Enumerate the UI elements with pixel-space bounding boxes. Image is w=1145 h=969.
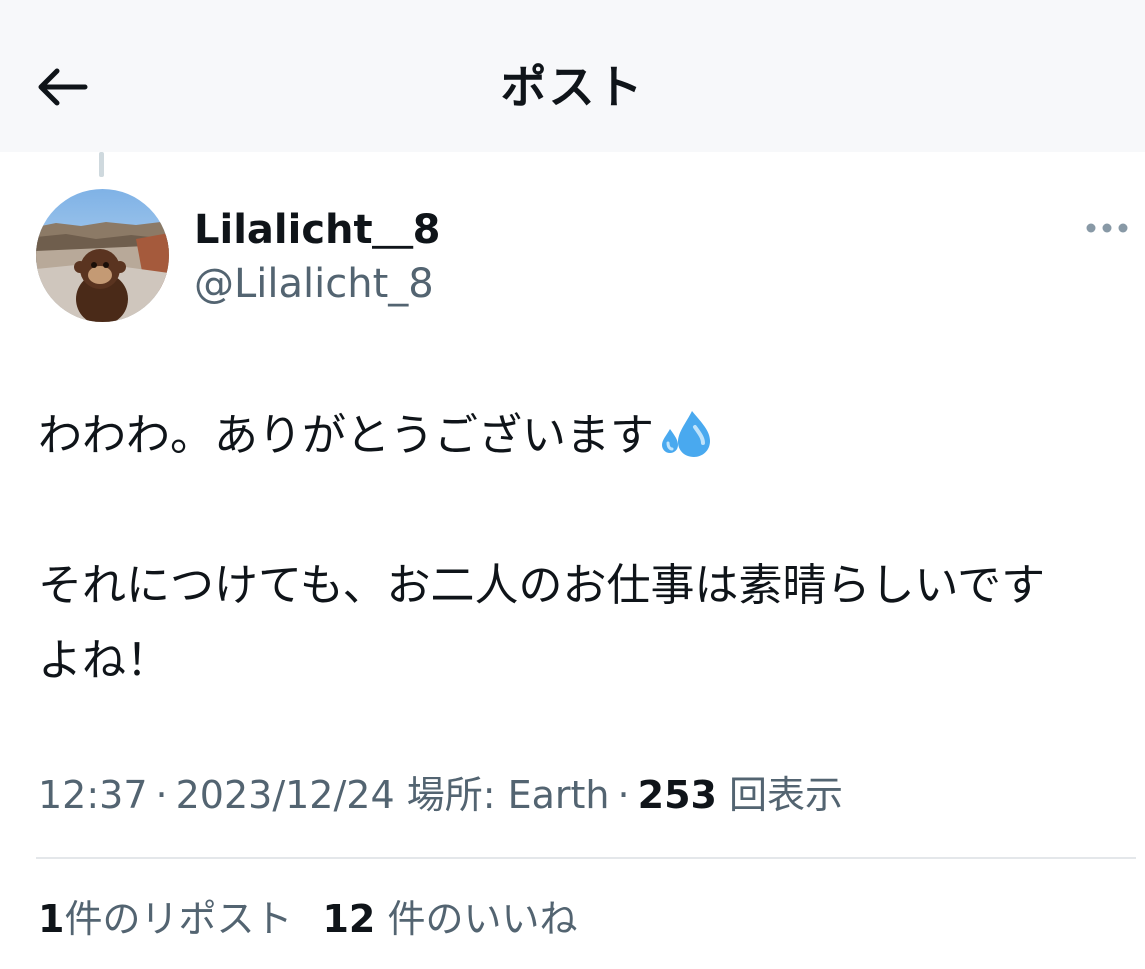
post-text-line: それにつけても、お二人のお仕事は素晴らしいです [38,560,1046,611]
post-text-blank-line [38,473,1138,548]
sweat-droplets-icon [662,410,710,457]
reposts-link[interactable]: 1件のリポスト [38,890,292,948]
avatar[interactable] [36,189,169,322]
meta-separator: · [617,773,630,817]
post-time[interactable]: 12:37 [38,773,148,817]
divider [36,857,1136,859]
views-count: 253 [637,773,717,817]
post-text: わわわ。ありがとうございます それにつけても、お二人のお仕事は素晴らしいです よ… [38,398,1138,698]
author-display-name[interactable]: Lilalicht＿8 [194,204,440,256]
top-bar: ポスト [0,0,1145,152]
meta-separator: · [155,773,168,817]
page-title: ポスト [500,60,645,114]
likes-label: 件のいいね [387,897,578,941]
engagement-stats: 1件のリポスト 12 件のいいね [38,890,607,948]
views-label: 回表示 [729,773,844,817]
likes-link[interactable]: 12 件のいいね [322,890,577,948]
more-button[interactable] [1078,208,1136,248]
reposts-label: 件のリポスト [64,897,293,941]
more-horizontal-icon [1086,223,1128,233]
post-location: 場所: Earth [406,773,610,817]
reposts-count: 1 [38,897,65,941]
post-date[interactable]: 2023/12/24 [176,773,395,817]
post-text-line: わわわ。ありがとうございます [38,398,1138,473]
likes-count: 12 [322,897,376,941]
post-text-line: よね！ [38,635,170,686]
thread-connector-line [99,152,104,177]
author-handle[interactable]: @Lilalicht_8 [194,258,434,310]
post-meta: 12:37 · 2023/12/24 場所: Earth · 253 回表示 [38,766,843,824]
